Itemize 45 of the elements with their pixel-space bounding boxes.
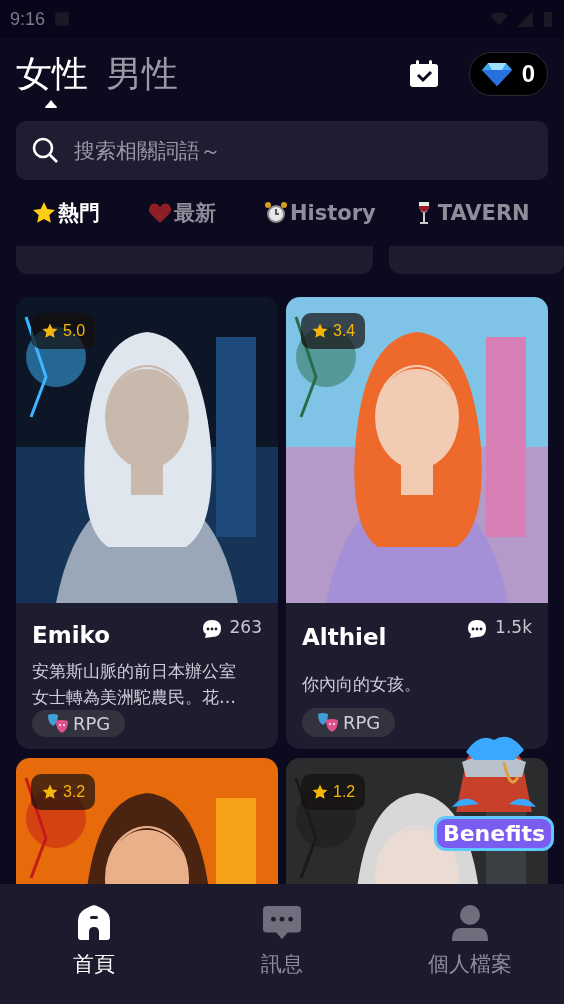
category-tab[interactable]: TAVERN	[411, 201, 530, 225]
search-icon	[31, 136, 59, 164]
rating-value: 3.2	[63, 783, 86, 801]
star-icon	[41, 783, 59, 801]
character-card[interactable]: 5.0 Emiko 263 安第斯山脈的前日本辦公室女士轉為美洲駝農民。花… RPG	[16, 297, 278, 749]
alarm-clock-icon	[264, 201, 288, 225]
chat-count: 263	[229, 617, 262, 637]
chat-count: 1.5k	[495, 617, 532, 637]
status-time: 9:16	[10, 8, 46, 30]
character-description: 安第斯山脈的前日本辦公室女士轉為美洲駝農民。花…	[32, 660, 237, 710]
character-card[interactable]: 3.2	[16, 758, 278, 884]
search-field[interactable]: 搜索相關詞語～	[16, 121, 548, 180]
star-icon	[311, 322, 329, 340]
category-tab[interactable]: History	[264, 201, 376, 225]
nav-tab[interactable]: 首頁	[0, 884, 188, 979]
nav-tab[interactable]: 個人檔案	[376, 884, 564, 979]
home-icon	[75, 904, 113, 942]
nav-tab[interactable]: 訊息	[188, 884, 376, 979]
rating-value: 1.2	[333, 783, 356, 801]
person-icon	[451, 904, 489, 942]
character-name: Emiko	[32, 622, 111, 649]
theater-masks-icon	[317, 711, 339, 734]
star-icon	[311, 783, 329, 801]
genre-tag[interactable]: RPG	[302, 708, 396, 737]
calendar-check-icon[interactable]	[408, 60, 439, 88]
chat-bubble-icon	[201, 619, 222, 639]
diamond-balance-button[interactable]: 0	[468, 52, 548, 96]
chat-icon	[263, 904, 301, 942]
theater-masks-icon	[47, 712, 69, 735]
star-icon	[32, 201, 56, 225]
star-icon	[41, 322, 59, 340]
gender-tab[interactable]: 男性	[106, 52, 178, 96]
gender-tab[interactable]: 女性	[16, 52, 88, 96]
category-tab[interactable]: 最新	[148, 199, 216, 227]
category-tab[interactable]: 熱門	[32, 199, 100, 227]
chat-bubble-icon	[467, 619, 488, 639]
heart-icon	[148, 201, 172, 225]
genre-tag[interactable]: RPG	[32, 710, 126, 737]
diamond-icon	[481, 62, 512, 86]
character-card[interactable]: 3.4 Althiel 1.5k 你內向的女孩。 RPG	[286, 297, 548, 749]
tab-indicator-icon	[45, 100, 57, 108]
character-description: 你內向的女孩。	[302, 673, 422, 697]
rating-value: 5.0	[63, 322, 86, 340]
character-name: Althiel	[302, 624, 387, 651]
rating-value: 3.4	[333, 322, 356, 340]
